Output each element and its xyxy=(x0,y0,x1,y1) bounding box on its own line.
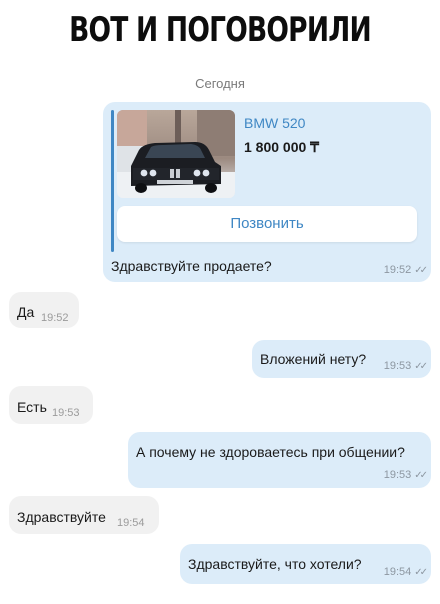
message-text: А почему не здороваетесь при общении? xyxy=(136,444,405,460)
message-meta: 19:53 ✓✓ xyxy=(383,360,428,372)
message-meta: 19:53 ✓✓ xyxy=(383,469,428,481)
message-text: Вложений нету? xyxy=(260,351,367,367)
car-photo[interactable] xyxy=(117,110,235,198)
message-bubble-outgoing[interactable]: Вложений нету? 19:53 ✓✓ xyxy=(252,340,431,378)
double-check-icon: ✓✓ xyxy=(414,361,428,372)
message-time: 19:53 xyxy=(383,360,412,372)
double-check-icon: ✓✓ xyxy=(414,567,428,578)
double-check-icon: ✓✓ xyxy=(414,470,428,481)
double-check-icon: ✓✓ xyxy=(414,265,428,276)
message-text: Здравствуйте, что хотели? xyxy=(188,556,362,572)
message-time: 19:52 xyxy=(383,264,412,276)
message-text: Здравствуйте продаете? xyxy=(111,258,272,274)
message-text: Да xyxy=(17,304,35,320)
message-meta: 19:54 ✓✓ xyxy=(383,566,428,578)
call-button[interactable]: Позвонить xyxy=(117,206,417,242)
car-photo-image xyxy=(117,110,235,198)
message-time: 19:53 xyxy=(383,469,412,481)
message-bubble-outgoing[interactable]: Здравствуйте, что хотели? 19:54 ✓✓ xyxy=(180,544,431,584)
listing-title[interactable]: BMW 520 xyxy=(244,115,305,131)
message-bubble-incoming[interactable]: Да 19:52 xyxy=(9,292,79,328)
message-text: Здравствуйте xyxy=(17,509,106,525)
message-time: 19:53 xyxy=(52,407,80,419)
message-text: Есть xyxy=(17,399,47,415)
message-bubble-incoming[interactable]: Здравствуйте 19:54 xyxy=(9,496,159,534)
message-bubble-incoming[interactable]: Есть 19:53 xyxy=(9,386,93,424)
headline: ВОТ И ПОГОВОРИЛИ xyxy=(69,10,372,50)
message-bubble-outgoing[interactable]: BMW 520 1 800 000 ₸ Позвонить Здравствуй… xyxy=(103,102,431,282)
message-time: 19:54 xyxy=(117,517,145,529)
date-separator: Сегодня xyxy=(195,76,245,91)
card-accent-bar xyxy=(111,110,114,252)
listing-price: 1 800 000 ₸ xyxy=(244,139,320,155)
message-meta: 19:52 ✓✓ xyxy=(383,264,428,276)
message-time: 19:52 xyxy=(41,312,69,324)
message-time: 19:54 xyxy=(383,566,412,578)
message-bubble-outgoing[interactable]: А почему не здороваетесь при общении? 19… xyxy=(128,432,431,488)
